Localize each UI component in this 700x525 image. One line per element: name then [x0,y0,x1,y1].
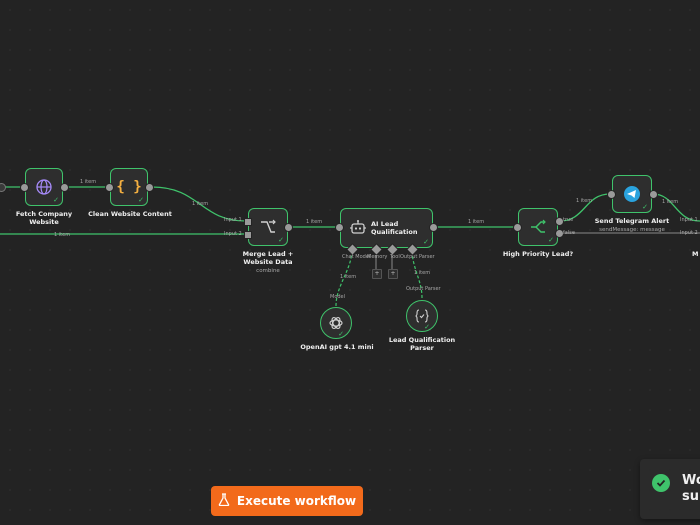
edge-label: 1 item [468,219,485,225]
execute-workflow-label: Execute workflow [236,494,357,508]
port-label: Memory [367,254,388,260]
node-lead-qualification-parser[interactable]: ✓ [406,300,438,332]
add-tool-button[interactable]: + [388,269,398,279]
edge-label: 1 item [80,179,97,185]
node-label: High Priority Lead? [502,250,574,258]
node-label: Send Telegram Alert [594,217,670,225]
edge-label: 1 item [662,199,679,205]
node-label: AI Lead Qualification [371,220,418,236]
node-merge-lead-website[interactable]: ✓ [248,208,288,246]
input-label: Input 2 [224,231,242,237]
output-port[interactable] [60,183,69,192]
node-label: Merge Lead + Website Data [242,250,294,266]
input-port[interactable] [105,183,114,192]
port-label: Output Parser [400,254,435,260]
node-label: Clean Website Content [88,210,172,218]
execute-workflow-button[interactable]: Execute workflow [211,486,363,516]
edge-label: 1 item [54,232,71,238]
input-label: Input 1 [680,217,698,223]
edge-label: 1 item [192,201,209,207]
toast-title: Wo [682,473,700,488]
output-label: false [563,230,575,236]
output-port[interactable] [145,183,154,192]
connection-wires [0,186,700,307]
edge-label: 1 item [414,270,431,276]
input-port[interactable] [335,223,344,232]
input-label: Input 2 [680,230,698,236]
node-openai-model[interactable]: ✓ [320,307,352,339]
node-subtitle: sendMessage: message [599,227,665,233]
node-fetch-company-website[interactable]: ✓ [25,168,63,206]
output-port[interactable] [284,223,293,232]
workflow-canvas[interactable]: 1 item 1 item 1 item 1 item 1 item 1 ite… [0,0,700,525]
edge-label: 1 item [340,274,357,280]
node-label: M [692,250,699,258]
node-label: Lead Qualification Parser [388,336,456,352]
node-label: Fetch Company Website [15,210,73,226]
edge-label: 1 item [576,198,593,204]
input-port[interactable] [607,190,616,199]
node-send-telegram-alert[interactable]: ✓ [612,175,652,213]
success-check-icon: ✓ [642,203,648,211]
add-memory-button[interactable]: + [372,269,382,279]
port-label: Tool [390,254,400,260]
success-check-icon: ✓ [278,236,284,244]
success-check-icon: ✓ [423,238,429,246]
toast-title: su [682,489,699,504]
input-port[interactable] [513,223,522,232]
success-toast: Wo su [640,459,700,519]
input-port-2[interactable] [244,231,252,239]
robot-icon [349,219,367,241]
success-check-icon: ✓ [338,330,344,338]
input-port[interactable] [20,183,29,192]
output-label: true [563,217,574,223]
node-subtitle: combine [256,268,280,274]
node-ai-lead-qualification[interactable]: AI Lead Qualification ✓ [340,208,433,248]
success-check-icon [652,474,670,492]
flask-icon [218,493,230,509]
node-high-priority-lead[interactable]: ✓ [518,208,558,246]
input-label: Input 1 [224,217,242,223]
success-check-icon: ✓ [53,196,59,204]
input-port-1[interactable] [244,218,252,226]
output-port[interactable] [649,190,658,199]
output-port[interactable] [429,223,438,232]
port-label: Model [330,294,346,300]
node-label: OpenAI gpt 4.1 mini [300,343,374,351]
success-check-icon: ✓ [548,236,554,244]
node-clean-website-content[interactable]: { } ✓ [110,168,148,206]
success-check-icon: ✓ [138,196,144,204]
success-check-icon: ✓ [424,323,430,331]
edge-label: 1 item [306,219,323,225]
port-label: Output Parser [406,286,441,292]
